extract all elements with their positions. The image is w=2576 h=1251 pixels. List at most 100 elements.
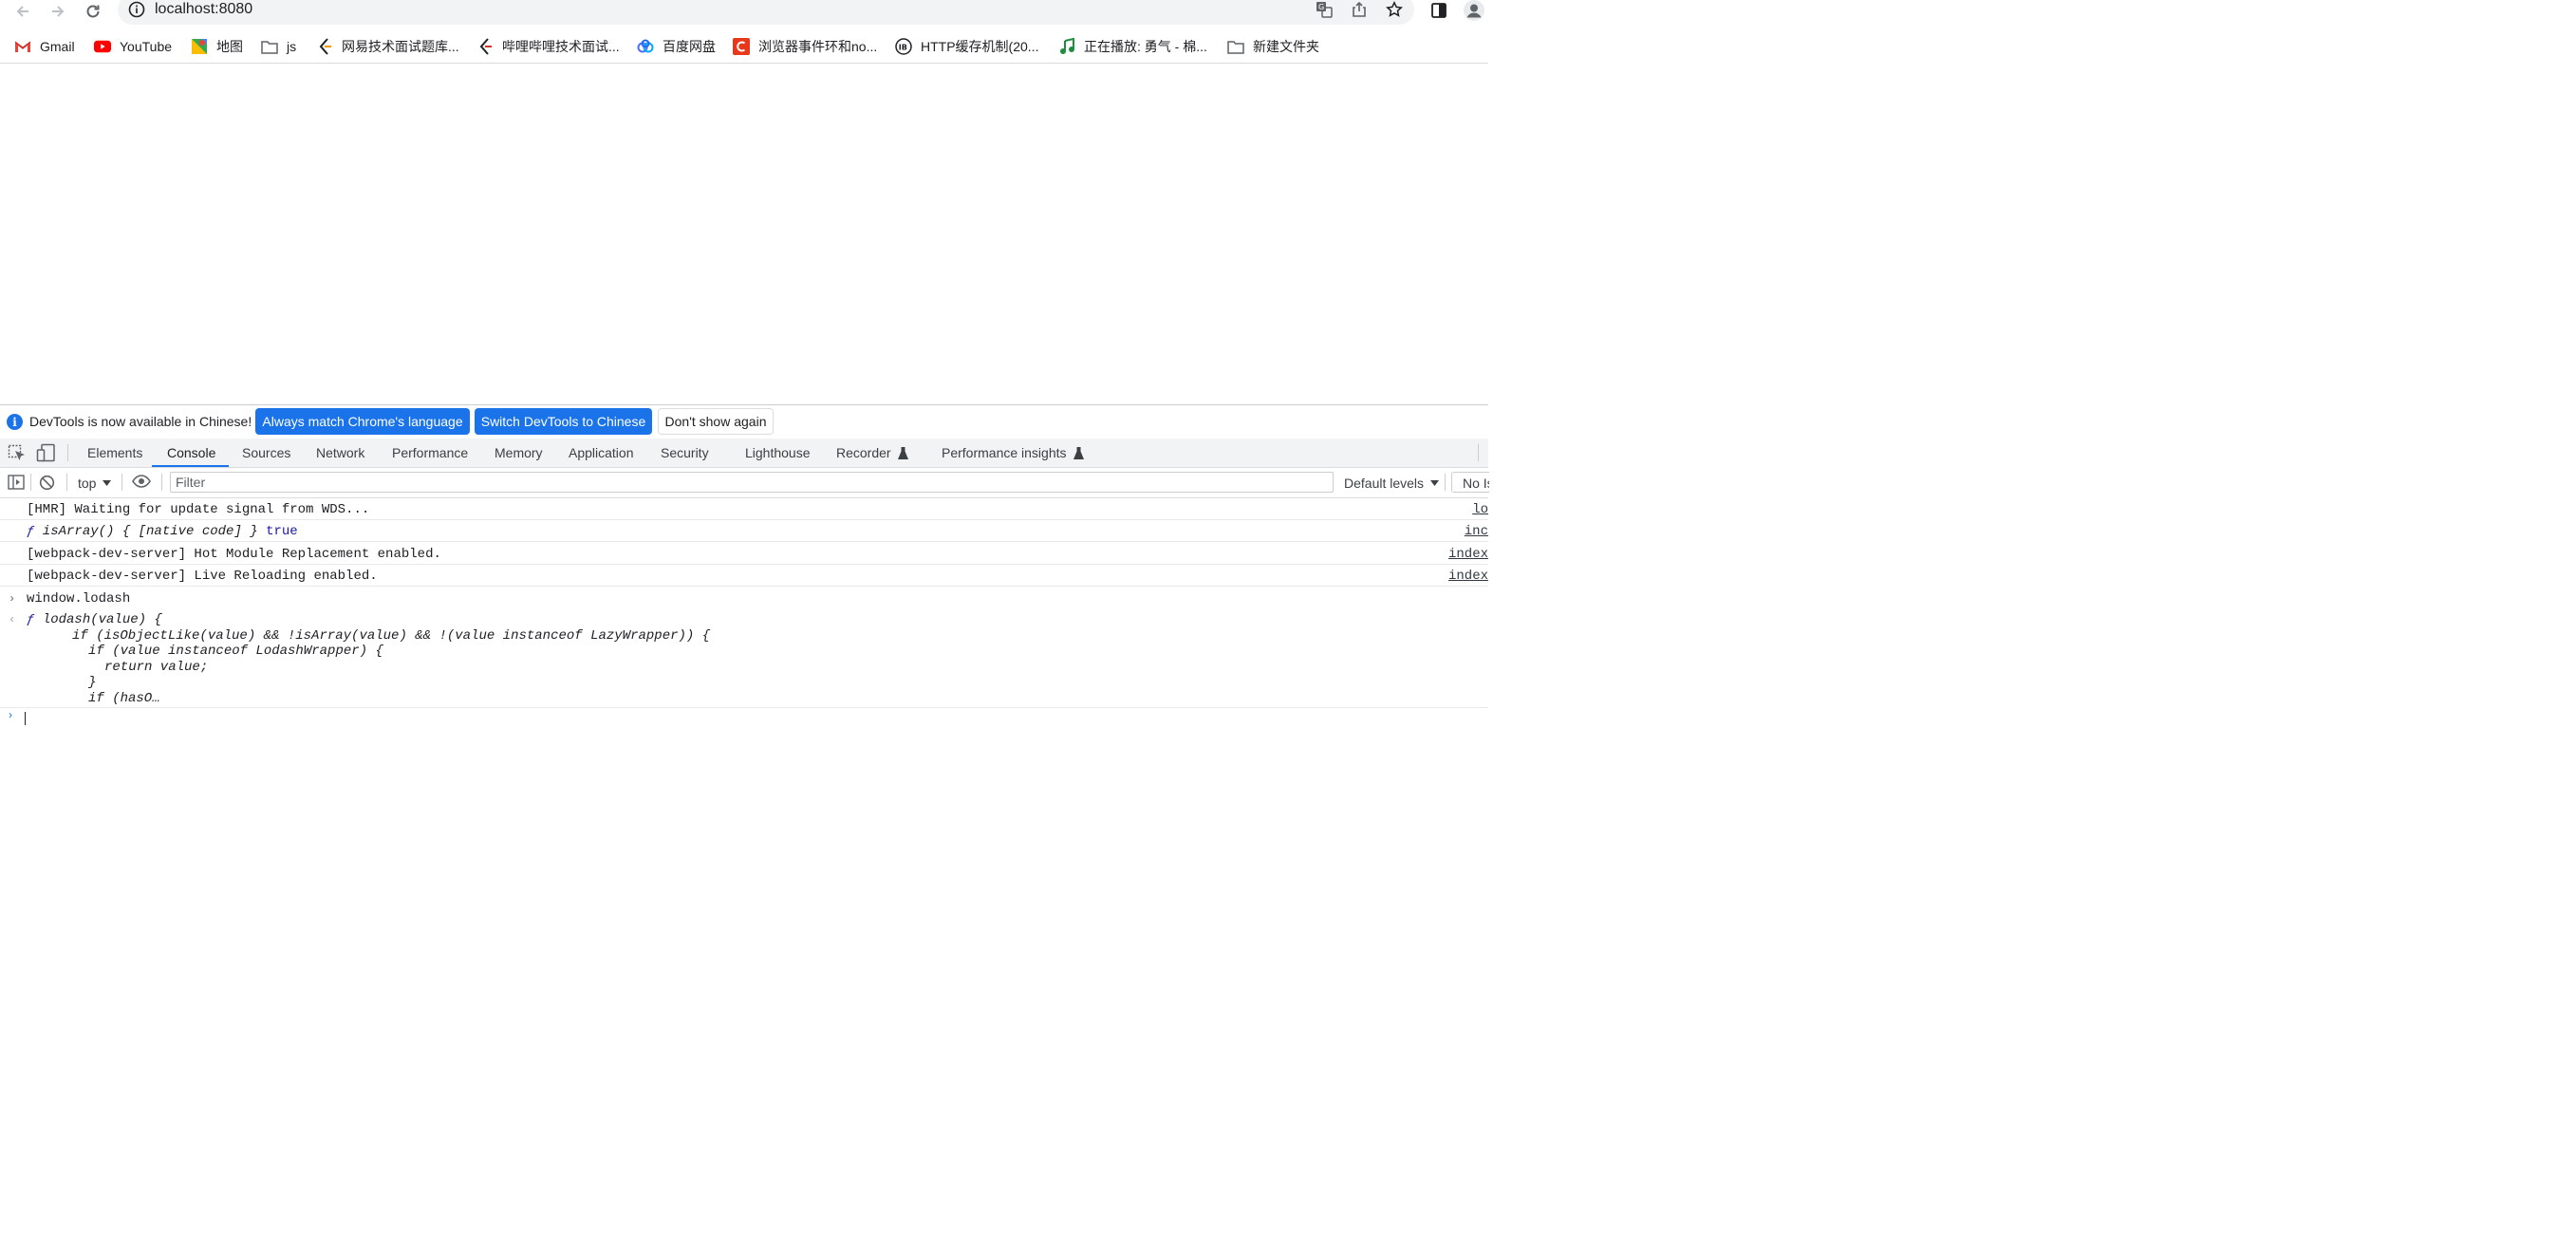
tab-recorder[interactable]: Recorder [836,439,908,467]
clear-console-icon[interactable] [39,475,56,492]
switch-to-chinese-button[interactable]: Switch DevTools to Chinese [475,408,652,435]
bookmark-now-playing[interactable]: 正在播放: 勇气 - 棉... [1058,36,1207,57]
console-toolbar: top Default levels No Is [0,468,1489,498]
divider [1445,474,1446,491]
bookmark-gmail[interactable]: Gmail [14,36,75,57]
browser-toolbar: localhost:8080 G [0,0,1488,25]
c-letter-icon [733,38,750,55]
divider [161,474,162,491]
console-prompt[interactable]: › [0,708,1488,725]
bookmarks-bar: Gmail YouTube 地图 js 网易技术面试题库... 哔哩哔哩技术面试… [0,30,1488,64]
info-icon: i [7,414,23,430]
reload-icon [86,5,100,18]
console-source-link[interactable]: lo [1472,502,1488,517]
console-source-link[interactable]: index [1448,569,1488,584]
result-line: if (hasO… [88,691,160,706]
console-source-link[interactable]: index [1448,547,1488,562]
tab-sources[interactable]: Sources [242,439,290,467]
bookmark-http-cache[interactable]: IB HTTP缓存机制(20... [895,36,1038,57]
result-line: if (isObjectLike(value) && !isArray(valu… [72,628,711,644]
nowcoder-icon [476,38,494,55]
tab-elements[interactable]: Elements [87,439,142,467]
tab-console[interactable]: Console [167,439,215,467]
log-levels-dropdown[interactable]: Default levels [1344,475,1440,492]
bookmark-maps[interactable]: 地图 [191,36,243,57]
console-message: [HMR] Waiting for update signal from WDS… [0,498,1488,520]
share-icon[interactable] [1348,0,1371,19]
active-tab-indicator [152,465,229,467]
dont-show-again-button[interactable]: Don't show again [658,408,774,435]
device-toolbar-icon[interactable] [36,443,57,462]
inspect-element-icon[interactable] [8,444,27,461]
console-input-echo: › window.lodash [0,588,1488,609]
divider [67,444,68,461]
chevron-right-icon: › [9,592,16,606]
boolean-value: true [266,524,298,539]
experiment-flask-icon [1073,446,1084,459]
tab-lighthouse[interactable]: Lighthouse [745,439,811,467]
bookmark-bilibili-interview[interactable]: 哔哩哔哩技术面试... [476,36,620,57]
forward-button[interactable] [45,0,71,23]
live-expression-eye-icon[interactable] [132,475,153,490]
tab-network[interactable]: Network [316,439,364,467]
svg-text:G: G [1318,3,1324,11]
console-message-text: ƒ isArray() { [native code] } true [27,524,298,539]
console-source-link[interactable]: inc [1465,524,1488,539]
filter-input[interactable] [171,473,1333,492]
show-sidebar-icon[interactable] [8,475,25,490]
console-message-text: [webpack-dev-server] Live Reloading enab… [27,569,378,584]
gmail-icon [14,38,31,55]
url-text[interactable]: localhost:8080 [155,1,252,18]
arrow-right-icon [52,6,65,17]
address-bar[interactable]: localhost:8080 G [118,0,1414,25]
tab-performance[interactable]: Performance [392,439,468,467]
console-message: [webpack-dev-server] Live Reloading enab… [0,565,1488,587]
profile-avatar-icon[interactable] [1462,0,1486,21]
chevron-right-icon: › [9,708,12,721]
result-line-text: lodash(value) { [42,612,162,627]
divider [121,474,122,491]
devtools-language-infobar: i DevTools is now available in Chinese! … [0,404,1488,439]
divider [66,474,67,491]
bookmark-netease-interview[interactable]: 网易技术面试题库... [316,36,459,57]
result-line: return value; [104,660,209,675]
site-info-icon[interactable] [125,0,148,19]
tab-security[interactable]: Security [661,439,709,467]
side-panel-icon[interactable] [1427,0,1451,21]
tab-performance-insights[interactable]: Performance insights [942,439,1084,467]
divider [30,474,31,491]
console-message-text: [HMR] Waiting for update signal from WDS… [27,502,370,517]
maps-icon [191,38,208,55]
issues-counter-label: No Is [1463,476,1489,491]
tab-application[interactable]: Application [569,439,634,467]
folder-icon [261,38,278,55]
issues-counter-button[interactable]: No Is [1451,472,1489,493]
devtools-tab-bar: Elements Console Sources Network Perform… [0,439,1488,468]
console-input-text: window.lodash [27,591,131,607]
infobar-message: DevTools is now available in Chinese! [29,414,252,429]
always-match-language-button[interactable]: Always match Chrome's language [255,408,470,435]
bookmark-folder-new[interactable]: 新建文件夹 [1227,36,1319,57]
log-levels-label: Default levels [1344,476,1425,491]
folder-icon [1227,38,1244,55]
translate-icon[interactable]: G [1313,0,1335,19]
music-note-icon [1058,38,1075,55]
bookmark-folder-js[interactable]: js [261,36,296,57]
function-signature: isArray() { [native code] } [34,524,258,539]
result-line: } [88,675,97,690]
context-selector-value: top [78,476,97,491]
bookmark-baidu-pan[interactable]: 百度网盘 [637,36,716,57]
context-selector[interactable]: top [78,475,112,492]
dropdown-triangle-icon [103,480,112,486]
tab-memory[interactable]: Memory [495,439,543,467]
nowcoder-icon [316,38,333,55]
reload-button[interactable] [80,0,106,23]
console-message: ƒ isArray() { [native code] } true inc [0,520,1488,542]
back-button[interactable] [9,0,36,23]
bookmark-event-loop[interactable]: 浏览器事件环和no... [733,36,877,57]
function-f-glyph: ƒ [27,612,35,627]
bookmark-star-icon[interactable] [1383,0,1406,19]
text-caret [25,710,26,727]
bookmark-youtube[interactable]: YouTube [94,36,172,57]
experiment-flask-icon [897,446,908,459]
